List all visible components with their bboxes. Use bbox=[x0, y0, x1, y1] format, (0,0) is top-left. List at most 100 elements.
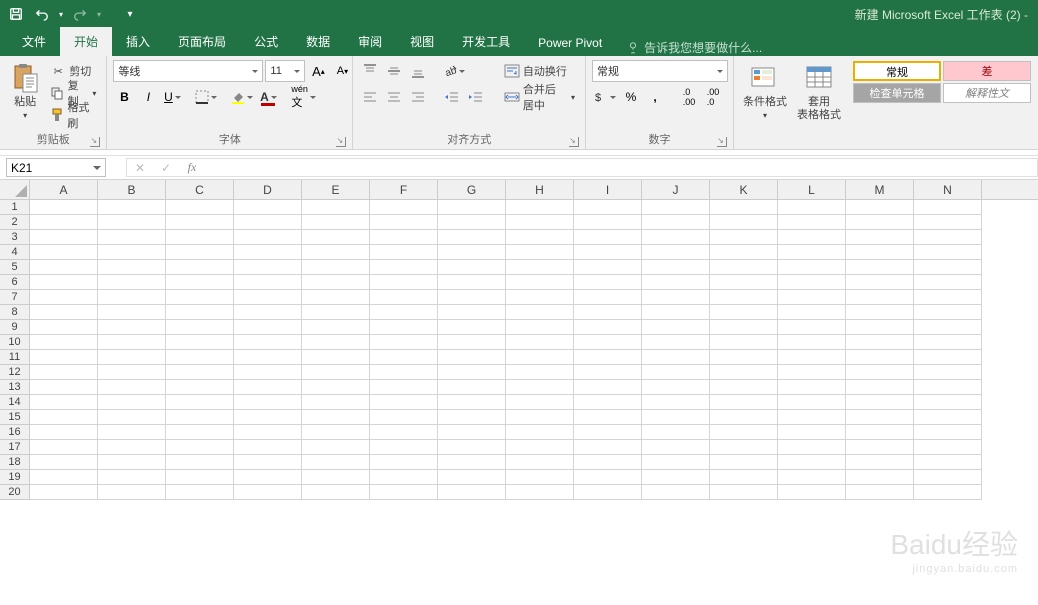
cell[interactable] bbox=[30, 410, 98, 425]
row-header[interactable]: 18 bbox=[0, 455, 29, 470]
cell[interactable] bbox=[574, 215, 642, 230]
cell[interactable] bbox=[778, 290, 846, 305]
cell[interactable] bbox=[98, 320, 166, 335]
cell[interactable] bbox=[778, 365, 846, 380]
cell[interactable] bbox=[438, 260, 506, 275]
align-right-icon[interactable] bbox=[407, 86, 429, 108]
cell[interactable] bbox=[438, 290, 506, 305]
cell[interactable] bbox=[302, 365, 370, 380]
cell[interactable] bbox=[642, 230, 710, 245]
row-header[interactable]: 9 bbox=[0, 320, 29, 335]
cell[interactable] bbox=[234, 425, 302, 440]
cell[interactable] bbox=[846, 485, 914, 500]
column-header[interactable]: G bbox=[438, 180, 506, 199]
cell[interactable] bbox=[234, 380, 302, 395]
cell[interactable] bbox=[914, 215, 982, 230]
orientation-icon[interactable]: ab bbox=[441, 60, 467, 82]
cell[interactable] bbox=[710, 230, 778, 245]
increase-indent-icon[interactable] bbox=[465, 86, 487, 108]
cell[interactable] bbox=[710, 380, 778, 395]
row-header[interactable]: 17 bbox=[0, 440, 29, 455]
tab-page-layout[interactable]: 页面布局 bbox=[164, 27, 240, 56]
cell[interactable] bbox=[302, 200, 370, 215]
cell[interactable] bbox=[234, 410, 302, 425]
cell[interactable] bbox=[370, 350, 438, 365]
cell[interactable] bbox=[370, 380, 438, 395]
cell[interactable] bbox=[438, 425, 506, 440]
cell[interactable] bbox=[370, 485, 438, 500]
cell[interactable] bbox=[846, 215, 914, 230]
cell[interactable] bbox=[166, 350, 234, 365]
cell[interactable] bbox=[710, 395, 778, 410]
cell[interactable] bbox=[574, 440, 642, 455]
cell[interactable] bbox=[506, 395, 574, 410]
tab-formulas[interactable]: 公式 bbox=[240, 27, 292, 56]
cell[interactable] bbox=[778, 335, 846, 350]
cell[interactable] bbox=[30, 455, 98, 470]
cell[interactable] bbox=[846, 200, 914, 215]
cell[interactable] bbox=[166, 380, 234, 395]
cell[interactable] bbox=[778, 245, 846, 260]
cell[interactable] bbox=[642, 290, 710, 305]
cell[interactable] bbox=[506, 455, 574, 470]
cell[interactable] bbox=[30, 230, 98, 245]
cell[interactable] bbox=[642, 365, 710, 380]
cell[interactable] bbox=[574, 260, 642, 275]
column-header[interactable]: E bbox=[302, 180, 370, 199]
cell-style-explanatory[interactable]: 解释性文 bbox=[943, 83, 1031, 103]
cell[interactable] bbox=[642, 320, 710, 335]
cell[interactable] bbox=[98, 470, 166, 485]
cell[interactable] bbox=[778, 425, 846, 440]
cell[interactable] bbox=[846, 440, 914, 455]
cell[interactable] bbox=[98, 275, 166, 290]
cell[interactable] bbox=[506, 230, 574, 245]
cell[interactable] bbox=[30, 335, 98, 350]
font-dialog-launcher[interactable] bbox=[336, 137, 346, 147]
cell[interactable] bbox=[778, 215, 846, 230]
cell[interactable] bbox=[846, 470, 914, 485]
cell[interactable] bbox=[30, 380, 98, 395]
fill-color-button[interactable] bbox=[229, 86, 255, 108]
cell[interactable] bbox=[642, 395, 710, 410]
cell[interactable] bbox=[438, 485, 506, 500]
cell[interactable] bbox=[642, 200, 710, 215]
cell[interactable] bbox=[370, 440, 438, 455]
cell[interactable] bbox=[234, 245, 302, 260]
decrease-decimal-icon[interactable]: .00.0 bbox=[702, 86, 724, 108]
cell[interactable] bbox=[234, 455, 302, 470]
percent-format-icon[interactable]: % bbox=[620, 86, 642, 108]
cell[interactable] bbox=[710, 245, 778, 260]
cell[interactable] bbox=[506, 275, 574, 290]
accounting-format-icon[interactable]: $ bbox=[592, 86, 618, 108]
cell[interactable] bbox=[438, 380, 506, 395]
cell-style-normal[interactable]: 常规 bbox=[853, 61, 941, 81]
cell[interactable] bbox=[642, 380, 710, 395]
cell[interactable] bbox=[574, 290, 642, 305]
cell[interactable] bbox=[166, 230, 234, 245]
save-icon[interactable] bbox=[4, 2, 28, 26]
cell[interactable] bbox=[846, 245, 914, 260]
cell[interactable] bbox=[98, 410, 166, 425]
cell[interactable] bbox=[166, 260, 234, 275]
cell[interactable] bbox=[710, 440, 778, 455]
format-painter-button[interactable]: 格式刷 bbox=[46, 104, 100, 126]
column-header[interactable]: L bbox=[778, 180, 846, 199]
cell[interactable] bbox=[778, 395, 846, 410]
cell[interactable] bbox=[98, 230, 166, 245]
cell[interactable] bbox=[98, 290, 166, 305]
cell[interactable] bbox=[710, 290, 778, 305]
cell[interactable] bbox=[30, 425, 98, 440]
italic-button[interactable]: I bbox=[137, 86, 159, 108]
cell[interactable] bbox=[166, 200, 234, 215]
cell[interactable] bbox=[778, 440, 846, 455]
cell[interactable] bbox=[234, 260, 302, 275]
cell[interactable] bbox=[98, 305, 166, 320]
column-header[interactable]: B bbox=[98, 180, 166, 199]
cell[interactable] bbox=[506, 425, 574, 440]
cell[interactable] bbox=[370, 470, 438, 485]
cell[interactable] bbox=[710, 470, 778, 485]
cell[interactable] bbox=[778, 200, 846, 215]
cell[interactable] bbox=[710, 425, 778, 440]
cell[interactable] bbox=[166, 485, 234, 500]
cell[interactable] bbox=[642, 350, 710, 365]
